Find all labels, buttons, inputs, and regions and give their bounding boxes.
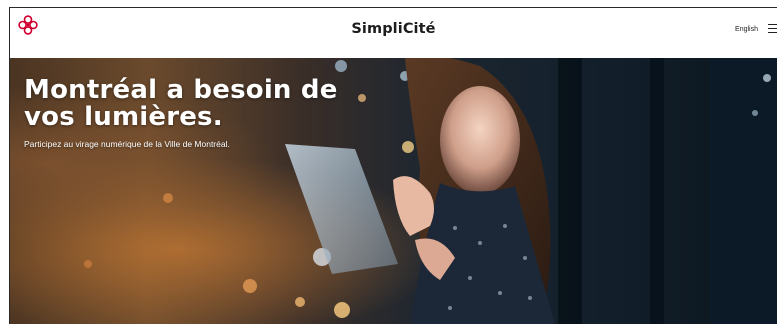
hero-title-line2: vos lumières. bbox=[24, 102, 223, 132]
hero-title: Montréal a besoin de vos lumières. bbox=[24, 77, 338, 131]
site-title-link[interactable]: SimpliCité bbox=[351, 21, 435, 37]
hamburger-menu-icon[interactable] bbox=[768, 24, 777, 34]
site-header: SimpliCité English bbox=[10, 8, 777, 58]
language-toggle-link[interactable]: English bbox=[735, 26, 758, 33]
hero-banner: Montréal a besoin de vos lumières. Parti… bbox=[10, 58, 777, 324]
site-title: SimpliCité bbox=[10, 21, 777, 37]
hero-text-block: Montréal a besoin de vos lumières. Parti… bbox=[24, 77, 338, 150]
hero-subtitle: Participez au virage numérique de la Vil… bbox=[24, 139, 230, 149]
hero-title-line1: Montréal a besoin de bbox=[24, 75, 338, 105]
